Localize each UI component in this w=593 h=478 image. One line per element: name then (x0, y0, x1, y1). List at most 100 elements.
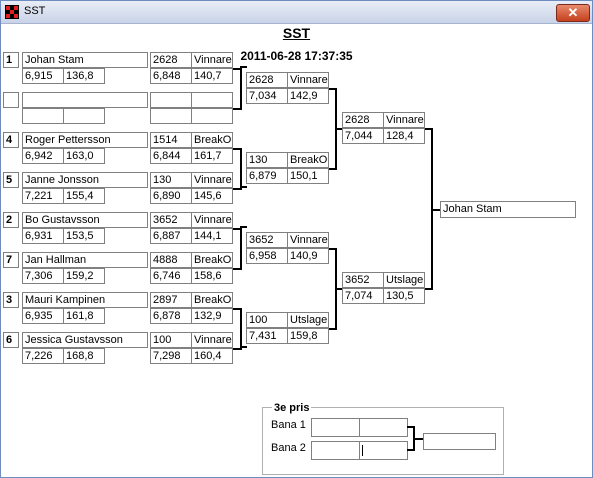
car-id[interactable]: 100 (150, 332, 192, 348)
speed-value[interactable]: 153,5 (63, 228, 105, 244)
speed-mph[interactable]: 144,1 (191, 228, 233, 244)
speed-value[interactable]: 163,0 (63, 148, 105, 164)
elapsed-time[interactable]: 7,044 (342, 128, 384, 144)
speed-value[interactable]: 159,2 (63, 268, 105, 284)
reaction-time[interactable]: 7,226 (22, 348, 64, 364)
elapsed-time[interactable]: 6,844 (150, 148, 192, 164)
speed-value[interactable]: 168,8 (63, 348, 105, 364)
reaction-time[interactable]: 6,935 (22, 308, 64, 324)
bracket-line (240, 68, 242, 110)
result-status[interactable]: Vinnare (191, 332, 233, 348)
bracket-line (240, 308, 242, 350)
third-lane2-status[interactable] (359, 441, 408, 460)
reaction-time[interactable]: 6,942 (22, 148, 64, 164)
speed-mph[interactable]: 161,7 (191, 148, 233, 164)
car-id[interactable]: 3652 (246, 232, 288, 248)
car-id[interactable] (150, 92, 192, 108)
lane-1-label: Bana 1 (271, 419, 306, 431)
result-status[interactable] (191, 92, 233, 108)
title-bar[interactable]: SST ✕ (1, 1, 592, 24)
winner-name[interactable]: Johan Stam (440, 201, 576, 218)
car-id[interactable]: 1514 (150, 132, 192, 148)
speed-value[interactable]: 155,4 (63, 188, 105, 204)
elapsed-time[interactable]: 6,848 (150, 68, 192, 84)
elapsed-time[interactable]: 6,746 (150, 268, 192, 284)
reaction-time[interactable] (22, 108, 64, 124)
speed-value[interactable]: 161,8 (63, 308, 105, 324)
elapsed-time[interactable]: 7,034 (246, 88, 288, 104)
car-id[interactable]: 2628 (246, 72, 288, 88)
speed-mph[interactable]: 159,8 (287, 328, 329, 344)
result-status[interactable]: Vinnare (191, 52, 233, 68)
third-place-title: 3e pris (272, 402, 312, 414)
driver-name[interactable]: Jan Hallman (22, 252, 148, 268)
reaction-time[interactable]: 6,915 (22, 68, 64, 84)
result-status[interactable]: BreakOut (191, 132, 233, 148)
speed-mph[interactable]: 158,6 (191, 268, 233, 284)
elapsed-time[interactable]: 6,887 (150, 228, 192, 244)
result-status[interactable]: Utslagen (287, 312, 329, 328)
driver-name[interactable] (22, 92, 148, 108)
result-status[interactable]: BreakOut (191, 292, 233, 308)
result-status[interactable]: BreakOut (287, 152, 329, 168)
seed-number (3, 92, 19, 108)
result-status[interactable]: Vinnare (383, 112, 425, 128)
elapsed-time[interactable]: 6,878 (150, 308, 192, 324)
speed-mph[interactable] (191, 108, 233, 124)
driver-name[interactable]: Janne Jonsson (22, 172, 148, 188)
result-status[interactable]: Vinnare (287, 72, 329, 88)
speed-value[interactable]: 136,8 (63, 68, 105, 84)
bracket-line (240, 228, 242, 270)
driver-name[interactable]: Mauri Kampinen (22, 292, 148, 308)
result-status[interactable]: Vinnare (191, 212, 233, 228)
reaction-time[interactable]: 7,306 (22, 268, 64, 284)
driver-name[interactable]: Bo Gustavsson (22, 212, 148, 228)
speed-mph[interactable]: 142,9 (287, 88, 329, 104)
third-lane1-id[interactable] (311, 418, 360, 437)
car-id[interactable]: 4888 (150, 252, 192, 268)
driver-name[interactable]: Jessica Gustavsson (22, 332, 148, 348)
speed-mph[interactable]: 132,9 (191, 308, 233, 324)
car-id[interactable]: 2628 (150, 52, 192, 68)
driver-name[interactable]: Johan Stam (22, 52, 148, 68)
result-status[interactable]: BreakOut (191, 252, 233, 268)
reaction-time[interactable]: 7,221 (22, 188, 64, 204)
car-id[interactable]: 130 (150, 172, 192, 188)
bracket-line (240, 148, 242, 190)
close-button[interactable]: ✕ (556, 4, 590, 22)
third-lane1-status[interactable] (359, 418, 408, 437)
elapsed-time[interactable] (150, 108, 192, 124)
speed-mph[interactable]: 160,4 (191, 348, 233, 364)
elapsed-time[interactable]: 6,958 (246, 248, 288, 264)
speed-value[interactable] (63, 108, 105, 124)
elapsed-time[interactable]: 7,431 (246, 328, 288, 344)
third-lane2-id[interactable] (311, 441, 360, 460)
elapsed-time[interactable]: 6,890 (150, 188, 192, 204)
car-id[interactable]: 3652 (150, 212, 192, 228)
car-id[interactable]: 3652 (342, 272, 384, 288)
result-status[interactable]: Vinnare (191, 172, 233, 188)
elapsed-time[interactable]: 7,298 (150, 348, 192, 364)
car-id[interactable]: 100 (246, 312, 288, 328)
elapsed-time[interactable]: 7,074 (342, 288, 384, 304)
car-id[interactable]: 2628 (342, 112, 384, 128)
reaction-time[interactable]: 6,931 (22, 228, 64, 244)
speed-mph[interactable]: 145,6 (191, 188, 233, 204)
window-title: SST (24, 5, 46, 17)
speed-mph[interactable]: 150,1 (287, 168, 329, 184)
speed-mph[interactable]: 140,9 (287, 248, 329, 264)
seed-number: 1 (3, 52, 19, 68)
car-id[interactable]: 2897 (150, 292, 192, 308)
driver-name[interactable]: Roger Pettersson (22, 132, 148, 148)
seed-number: 3 (3, 292, 19, 308)
elapsed-time[interactable]: 6,879 (246, 168, 288, 184)
bracket-line (240, 226, 247, 228)
speed-mph[interactable]: 140,7 (191, 68, 233, 84)
third-place-winner[interactable] (423, 433, 496, 450)
speed-mph[interactable]: 130,5 (383, 288, 425, 304)
bracket-line (240, 346, 247, 348)
result-status[interactable]: Utslagen (383, 272, 425, 288)
car-id[interactable]: 130 (246, 152, 288, 168)
result-status[interactable]: Vinnare (287, 232, 329, 248)
speed-mph[interactable]: 128,4 (383, 128, 425, 144)
